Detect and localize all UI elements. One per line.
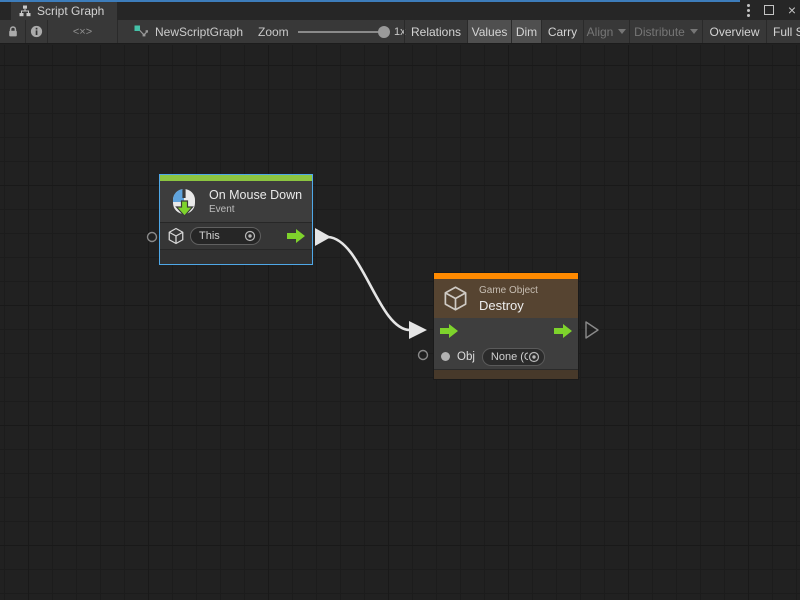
dropdown-arrow-icon: [690, 29, 698, 34]
connection-wire[interactable]: [328, 237, 410, 330]
carry-button[interactable]: Carry: [542, 20, 584, 43]
graph-toolbar: <×> NewScriptGraph Zoom 1x Relations Val…: [0, 20, 800, 44]
node-header[interactable]: On Mouse Down Event: [160, 181, 312, 222]
maximize-icon[interactable]: [764, 5, 774, 15]
mouse-down-icon: [169, 187, 199, 217]
node-destroy[interactable]: Game Object Destroy Obj None (O: [433, 272, 579, 380]
flow-port-row: [434, 318, 578, 344]
node-footer: [160, 249, 312, 264]
object-picker-icon[interactable]: [528, 351, 540, 363]
node-title: Destroy: [479, 298, 538, 313]
dropdown-arrow-icon: [618, 29, 626, 34]
node-port-row: This: [160, 222, 312, 249]
external-input-port[interactable]: [419, 351, 428, 360]
graph-hierarchy-icon: [19, 5, 31, 17]
object-field-value: None (O: [491, 351, 528, 363]
node-on-mouse-down[interactable]: On Mouse Down Event This: [159, 174, 313, 265]
value-port-dot[interactable]: [441, 352, 450, 361]
tab-title: Script Graph: [37, 4, 104, 18]
object-picker-icon[interactable]: [244, 230, 256, 242]
info-icon: [30, 25, 43, 38]
gameobject-cube-icon: [167, 227, 185, 245]
fullscreen-button[interactable]: Full Screen: [767, 20, 800, 43]
node-footer: [434, 369, 578, 379]
gameobject-cube-icon: [442, 285, 469, 312]
lock-icon: [7, 25, 19, 38]
close-icon[interactable]: ×: [788, 5, 796, 15]
relations-button[interactable]: Relations: [405, 20, 468, 43]
object-field[interactable]: None (O: [482, 348, 545, 366]
port-label: Obj: [457, 351, 475, 363]
dim-button[interactable]: Dim: [512, 20, 542, 43]
target-field-value: This: [199, 230, 244, 242]
graph-reference[interactable]: NewScriptGraph: [134, 20, 243, 43]
graph-name: NewScriptGraph: [155, 25, 243, 39]
zoom-slider-track[interactable]: [298, 31, 386, 33]
overview-button[interactable]: Overview: [703, 20, 767, 43]
tab-bar: Script Graph ×: [0, 0, 800, 20]
window-menu-icon[interactable]: [747, 4, 750, 17]
wire-end-arrow[interactable]: [409, 321, 427, 339]
node-subtitle: Event: [209, 204, 302, 215]
zoom-slider-handle[interactable]: [378, 26, 390, 38]
external-input-port[interactable]: [148, 233, 157, 242]
zoom-label: Zoom: [258, 20, 289, 43]
align-label: Align: [587, 25, 614, 39]
code-view-button[interactable]: <×>: [48, 20, 118, 43]
flow-input-arrow-icon[interactable]: [440, 324, 458, 338]
graph-canvas[interactable]: On Mouse Down Event This: [0, 45, 800, 600]
node-title: On Mouse Down: [209, 188, 302, 202]
lock-button[interactable]: [0, 20, 26, 43]
wire-start-arrow[interactable]: [315, 228, 331, 246]
info-button[interactable]: [26, 20, 48, 43]
distribute-button[interactable]: Distribute: [630, 20, 703, 43]
value-port-row: Obj None (O: [434, 344, 578, 369]
external-output-port[interactable]: [586, 322, 598, 338]
flow-output-arrow-icon[interactable]: [554, 324, 572, 338]
tab-script-graph[interactable]: Script Graph: [11, 2, 117, 20]
align-button[interactable]: Align: [584, 20, 630, 43]
flow-output-arrow-icon[interactable]: [287, 229, 305, 243]
connections-overlay: [0, 45, 800, 600]
script-graph-asset-icon: [134, 25, 148, 38]
target-field[interactable]: This: [190, 227, 261, 245]
distribute-label: Distribute: [634, 25, 685, 39]
node-header[interactable]: Game Object Destroy: [434, 279, 578, 318]
node-kicker: Game Object: [479, 285, 538, 296]
values-button[interactable]: Values: [468, 20, 512, 43]
